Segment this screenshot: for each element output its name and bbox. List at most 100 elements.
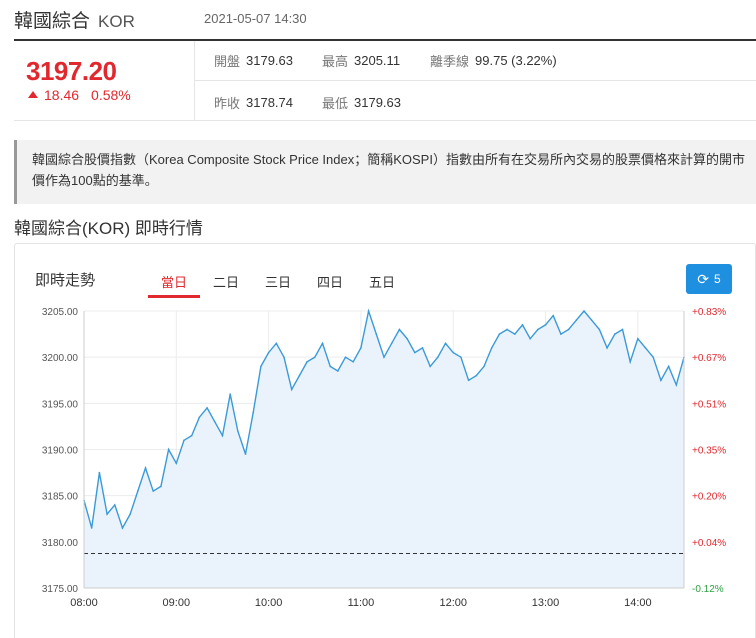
price-point bbox=[152, 490, 155, 492]
y-pct-tick-label: +0.20% bbox=[692, 492, 726, 503]
price-point bbox=[175, 462, 178, 465]
price-point bbox=[398, 328, 401, 331]
stat-low: 最低 3179.63 bbox=[322, 94, 402, 111]
price-point bbox=[644, 347, 647, 349]
price-point bbox=[637, 337, 639, 340]
price-cell: 3197.20 18.46 0.58% bbox=[14, 41, 195, 121]
y-tick-label: 3205.00 bbox=[42, 307, 79, 318]
price-point bbox=[390, 342, 393, 345]
chart-panel: 即時走勢 當日 二日 三日 四日 五日 ⟳ 5 3175.00 -0.12% 318… bbox=[14, 243, 756, 638]
current-price: 3197.20 bbox=[26, 56, 117, 86]
y-pct-tick-label: +0.83% bbox=[692, 307, 726, 318]
price-point bbox=[367, 310, 370, 312]
price-point bbox=[237, 430, 239, 432]
x-tick-label: 14:00 bbox=[624, 597, 652, 609]
price-point bbox=[275, 342, 278, 345]
stock-header: 韓國綜合 KOR 2021-05-07 14:30 bbox=[14, 6, 307, 34]
price-point bbox=[467, 379, 470, 382]
index-description: 韓國綜合股價指數（Korea Composite Stock Price Ind… bbox=[14, 140, 756, 204]
intraday-chart: 3175.00 -0.12% 3180.00 +0.04% 3185.00 +0.20% 3… bbox=[42, 307, 726, 609]
price-point bbox=[629, 360, 631, 363]
price-point bbox=[506, 328, 508, 331]
quote-datetime: 2021-05-07 14:30 bbox=[204, 11, 307, 26]
x-tick-label: 11:00 bbox=[348, 597, 375, 609]
price-point bbox=[313, 356, 316, 358]
x-tick-label: 12:00 bbox=[439, 597, 467, 609]
price-point bbox=[129, 513, 131, 515]
price-point bbox=[590, 319, 593, 322]
price-point bbox=[98, 471, 101, 474]
price-point bbox=[498, 333, 501, 335]
price-point bbox=[475, 374, 478, 377]
price-point bbox=[567, 328, 570, 331]
price-point bbox=[490, 347, 493, 349]
y-pct-tick-label: -0.12% bbox=[692, 584, 724, 595]
x-tick-label: 09:00 bbox=[163, 597, 191, 609]
price-point bbox=[406, 337, 408, 340]
price-point bbox=[606, 347, 608, 349]
stats-row-2: 昨收 3178.74 最低 3179.63 bbox=[195, 82, 756, 122]
price-point bbox=[529, 337, 531, 340]
price-point bbox=[460, 356, 462, 358]
price-point bbox=[190, 434, 193, 437]
price-point bbox=[413, 351, 416, 354]
price-point bbox=[429, 365, 431, 368]
stat-prev-close: 昨收 3178.74 bbox=[214, 94, 294, 111]
price-point bbox=[183, 439, 185, 442]
change-percent: 0.58% bbox=[91, 87, 131, 103]
price-point bbox=[621, 328, 624, 331]
y-pct-tick-label: +0.04% bbox=[692, 538, 726, 549]
price-point bbox=[652, 356, 655, 358]
y-tick-label: 3190.00 bbox=[42, 446, 79, 457]
price-point bbox=[213, 421, 216, 423]
price-point bbox=[113, 504, 116, 506]
price-point bbox=[337, 370, 339, 372]
price-point bbox=[360, 347, 362, 349]
y-pct-tick-label: +0.35% bbox=[692, 446, 726, 457]
price-point bbox=[283, 356, 285, 358]
stats-row-1: 開盤 3179.63 最高 3205.11 離季線 99.75 (3.22%) bbox=[195, 41, 756, 81]
price-point bbox=[167, 448, 170, 451]
price-point bbox=[321, 342, 324, 345]
price-point bbox=[298, 374, 301, 377]
price-point bbox=[598, 328, 601, 331]
price-point bbox=[421, 347, 424, 349]
price-point bbox=[160, 485, 162, 488]
price-point bbox=[306, 360, 308, 363]
price-point bbox=[560, 333, 562, 335]
price-point bbox=[267, 351, 270, 354]
price-point bbox=[344, 356, 347, 358]
price-point bbox=[383, 356, 385, 358]
price-point bbox=[229, 393, 231, 395]
y-tick-label: 3185.00 bbox=[42, 492, 79, 503]
stat-open: 開盤 3179.63 bbox=[214, 53, 294, 69]
y-tick-label: 3175.00 bbox=[42, 584, 79, 595]
price-point bbox=[660, 379, 662, 382]
price-point bbox=[513, 333, 516, 335]
price-point bbox=[121, 527, 124, 529]
price-point bbox=[537, 328, 539, 331]
y-pct-tick-label: +0.67% bbox=[692, 353, 726, 364]
price-point bbox=[221, 434, 224, 437]
price-point bbox=[329, 365, 331, 368]
price-point bbox=[583, 310, 585, 312]
x-tick-label: 08:00 bbox=[70, 597, 98, 609]
section-title: 韓國綜合(KOR) 即時行情 bbox=[14, 219, 203, 238]
quote-summary: 3197.20 18.46 0.58% 開盤 3179.63 最高 3205.1… bbox=[14, 39, 756, 121]
price-point bbox=[667, 365, 670, 368]
stat-range: 離季線 99.75 (3.22%) bbox=[430, 53, 557, 69]
price-point bbox=[252, 411, 255, 414]
index-code: KOR bbox=[98, 12, 135, 31]
price-point bbox=[90, 527, 93, 529]
price-point bbox=[544, 324, 547, 326]
index-name: 韓國綜合 bbox=[14, 11, 91, 32]
price-point bbox=[613, 333, 616, 335]
price-point bbox=[552, 314, 555, 317]
price-point bbox=[575, 319, 578, 322]
price-point bbox=[290, 388, 293, 391]
stat-high: 最高 3205.11 bbox=[322, 53, 401, 69]
price-point bbox=[675, 384, 678, 386]
up-arrow-icon bbox=[28, 90, 38, 98]
change-value: 18.46 bbox=[44, 87, 80, 103]
price-change: 18.46 0.58% bbox=[28, 87, 131, 103]
